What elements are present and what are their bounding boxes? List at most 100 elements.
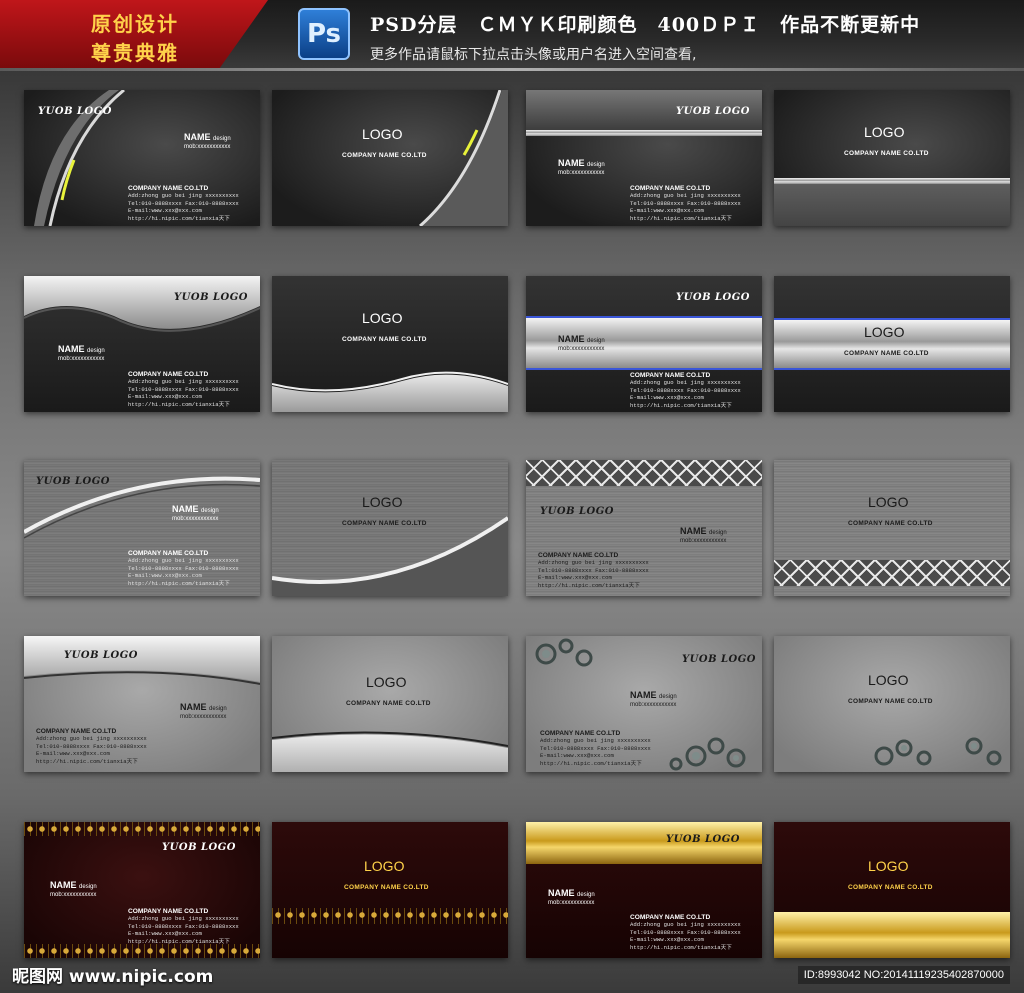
mob-label: mob:xxxxxxxxxxx	[558, 170, 605, 176]
name-label: NAME design	[558, 334, 605, 344]
lattice-border	[774, 560, 1010, 586]
card-front: LOGO COMPANY NAME CO.LTD	[774, 822, 1010, 958]
logo-text: LOGO	[864, 124, 905, 140]
contact-block: COMPANY NAME CO.LTD Add:zhong guo bei ji…	[630, 372, 741, 409]
header-badge: 原创设计 尊贵典雅	[0, 0, 268, 68]
gold-ornament-border	[24, 944, 260, 958]
card-front: LOGO COMPANY NAME CO.LTD	[272, 636, 508, 772]
blue-accent-line	[526, 316, 762, 318]
mob-label: mob:xxxxxxxxxxx	[680, 538, 727, 544]
yuob-logo: YUOB LOGO	[38, 106, 112, 117]
logo-text: LOGO	[868, 672, 909, 688]
mob-label: mob:xxxxxxxxxxx	[50, 892, 97, 898]
card-back: YUOB LOGO NAME design mob:xxxxxxxxxxx CO…	[526, 460, 762, 596]
silver-wave	[272, 371, 508, 412]
logo-text: LOGO	[362, 126, 403, 142]
yuob-logo: YUOB LOGO	[162, 842, 236, 853]
name-label: NAME design	[680, 526, 727, 536]
card-back: YUOB LOGO NAME design mob:xxxxxxxxxxx CO…	[526, 822, 762, 958]
logo-text: LOGO	[868, 858, 909, 874]
mob-label: mob:xxxxxxxxxxx	[172, 516, 219, 522]
name-label: NAME design	[630, 690, 677, 700]
contact-block: COMPANY NAME CO.LTD Add:zhong guo bei ji…	[630, 185, 741, 222]
blue-accent-line	[774, 318, 1010, 320]
nipic-watermark: 昵图网 www.nipic.com	[12, 967, 214, 987]
company-name: COMPANY NAME CO.LTD	[346, 700, 431, 707]
badge-line-1: 原创设计	[91, 12, 179, 36]
blue-accent-line	[774, 368, 1010, 370]
header-divider	[0, 68, 1024, 71]
name-label: NAME design	[58, 344, 105, 354]
name-label: NAME design	[558, 158, 605, 168]
card-front: LOGO COMPANY NAME CO.LTD	[272, 90, 508, 226]
contact-block: COMPANY NAME CO.LTD Add:zhong guo bei ji…	[128, 550, 239, 587]
silver-band	[526, 130, 762, 136]
card-back: YUOB LOGO NAME design mob:xxxxxxxxxxx CO…	[526, 276, 762, 412]
card-back: YUOB LOGO NAME design mob:xxxxxxxxxxx CO…	[24, 636, 260, 772]
card-front: LOGO COMPANY NAME CO.LTD	[272, 276, 508, 412]
card-back: YUOB LOGO NAME design mob:xxxxxxxxxxx CO…	[526, 90, 762, 226]
yuob-logo: YUOB LOGO	[676, 106, 750, 117]
yuob-logo: YUOB LOGO	[174, 292, 248, 303]
logo-text: LOGO	[362, 310, 403, 326]
yuob-logo: YUOB LOGO	[36, 476, 110, 487]
gold-ornament-border	[272, 908, 508, 924]
bottom-panel	[774, 184, 1010, 226]
yuob-logo: YUOB LOGO	[64, 650, 138, 661]
logo-text: LOGO	[362, 494, 403, 510]
photoshop-icon: Ps	[298, 8, 350, 60]
card-front: LOGO COMPANY NAME CO.LTD	[774, 90, 1010, 226]
mob-label: mob:xxxxxxxxxxx	[630, 702, 677, 708]
mob-label: mob:xxxxxxxxxxx	[180, 714, 227, 720]
contact-block: COMPANY NAME CO.LTD Add:zhong guo bei ji…	[36, 728, 147, 765]
image-id-label: ID:8993042 NO:20141119235402870000	[797, 966, 1010, 984]
contact-block: COMPANY NAME CO.LTD Add:zhong guo bei ji…	[128, 185, 239, 222]
card-back: YUOB LOGO NAME design mob:xxxxxxxxxxx CO…	[24, 822, 260, 958]
gold-ornament-border	[24, 822, 260, 836]
logo-text: LOGO	[364, 858, 405, 874]
contact-block: COMPANY NAME CO.LTD Add:zhong guo bei ji…	[540, 730, 651, 767]
header-bar: 原创设计 尊贵典雅 Ps PSD分层 ＣＭＹＫ印刷颜色 400ＤＰＩ 作品不断更…	[0, 0, 1024, 68]
lattice-border	[526, 460, 762, 486]
card-back: YUOB LOGO NAME design mob:xxxxxxxxxxx CO…	[24, 276, 260, 412]
name-label: NAME design	[172, 504, 219, 514]
mob-label: mob:xxxxxxxxxxx	[558, 346, 605, 352]
logo-text: LOGO	[864, 324, 905, 340]
company-name: COMPANY NAME CO.LTD	[342, 520, 427, 527]
company-name: COMPANY NAME CO.LTD	[342, 152, 427, 159]
silver-arc	[272, 516, 508, 596]
card-back: YUOB LOGO NAME design mob:xxxxxxxxxxx CO…	[526, 636, 762, 772]
yuob-logo: YUOB LOGO	[666, 834, 740, 845]
contact-block: COMPANY NAME CO.LTD Add:zhong guo bei ji…	[128, 908, 239, 945]
mob-label: mob:xxxxxxxxxxx	[548, 900, 595, 906]
name-label: NAME design	[548, 888, 595, 898]
name-label: NAME design	[50, 880, 97, 890]
gold-band	[774, 912, 1010, 958]
card-front: LOGO COMPANY NAME CO.LTD	[774, 276, 1010, 412]
yuob-logo: YUOB LOGO	[540, 506, 614, 517]
logo-text: LOGO	[868, 494, 909, 510]
company-name: COMPANY NAME CO.LTD	[848, 520, 933, 527]
header-title: PSD分层 ＣＭＹＫ印刷颜色 400ＤＰＩ 作品不断更新中	[370, 14, 921, 36]
yuob-logo: YUOB LOGO	[682, 654, 756, 665]
card-front: LOGO COMPANY NAME CO.LTD	[272, 822, 508, 958]
name-label: NAME design	[184, 132, 231, 142]
logo-text: LOGO	[366, 674, 407, 690]
mob-label: mob:xxxxxxxxxxx	[184, 144, 231, 150]
contact-block: COMPANY NAME CO.LTD Add:zhong guo bei ji…	[630, 914, 741, 951]
card-front: LOGO COMPANY NAME CO.LTD	[272, 460, 508, 596]
card-back: YUOB LOGO NAME design mob:xxxxxxxxxxx CO…	[24, 460, 260, 596]
card-front: LOGO COMPANY NAME CO.LTD	[774, 636, 1010, 772]
contact-block: COMPANY NAME CO.LTD Add:zhong guo bei ji…	[128, 371, 239, 408]
company-name: COMPANY NAME CO.LTD	[848, 884, 933, 891]
company-name: COMPANY NAME CO.LTD	[844, 350, 929, 357]
card-back: YUOB LOGO NAME design mob:xxxxxxxxxxx CO…	[24, 90, 260, 226]
blue-accent-line	[526, 368, 762, 370]
badge-line-2: 尊贵典雅	[91, 41, 179, 65]
header-subtitle: 更多作品请鼠标下拉点击头像或用户名进入空间查看,	[370, 47, 697, 63]
company-name: COMPANY NAME CO.LTD	[844, 150, 929, 157]
yuob-logo: YUOB LOGO	[676, 292, 750, 303]
name-label: NAME design	[180, 702, 227, 712]
card-front: LOGO COMPANY NAME CO.LTD	[774, 460, 1010, 596]
mob-label: mob:xxxxxxxxxxx	[58, 356, 105, 362]
